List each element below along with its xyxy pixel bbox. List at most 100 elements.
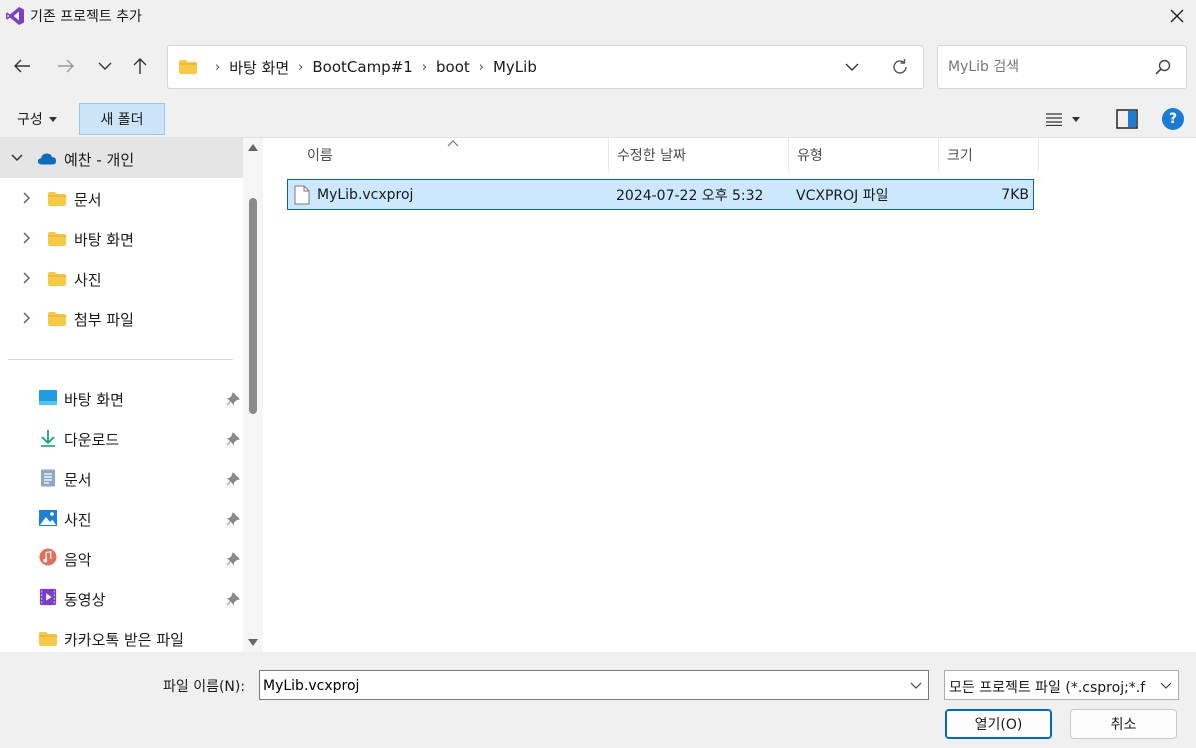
forward-button[interactable] (54, 54, 78, 78)
column-header-modified[interactable]: 수정한 날짜 (609, 138, 789, 172)
view-options-button[interactable] (1046, 107, 1094, 131)
pin-icon[interactable] (226, 392, 240, 406)
filetype-value: 모든 프로젝트 파일 (*.csproj;*.f (949, 680, 1146, 696)
sidebar-divider (8, 359, 233, 360)
address-bar[interactable]: › 바탕 화면 › BootCamp#1 › boot › MyLib (167, 45, 924, 89)
dialog-footer: 파일 이름(N): 모든 프로젝트 파일 (*.csproj;*.f 열기(O)… (0, 652, 1196, 748)
back-button[interactable] (10, 54, 34, 78)
quick-access-videos[interactable]: 동영상 (0, 578, 243, 618)
search-input[interactable] (948, 57, 1148, 77)
breadcrumb-item[interactable]: BootCamp#1 (312, 58, 412, 76)
pin-icon[interactable] (226, 552, 240, 566)
up-button[interactable] (128, 54, 152, 78)
chevron-down-icon[interactable] (908, 677, 924, 693)
filename-label: 파일 이름(N): (163, 679, 246, 695)
window-title: 기존 프로젝트 추가 (30, 9, 142, 25)
command-bar: 구성 새 폴더 ? (0, 100, 1196, 138)
filename-combobox[interactable] (259, 670, 929, 700)
file-row[interactable]: MyLib.vcxproj 2024-07-22 오후 5:32 VCXPROJ… (287, 179, 1034, 210)
pin-icon[interactable] (226, 512, 240, 526)
refresh-icon (893, 59, 907, 74)
chevron-down-icon (845, 63, 859, 71)
quick-access-music[interactable]: 음악 (0, 538, 243, 578)
column-header-size[interactable]: 크기 (939, 138, 1039, 172)
chevron-right-icon: › (478, 59, 484, 75)
music-icon (39, 548, 57, 566)
sidebar-item-label: 바탕 화면 (74, 231, 134, 249)
navigation-pane: 예찬 - 개인 문서 바탕 화면 사진 첨부 파일 바탕 화면 다운로드 문서 … (0, 138, 263, 652)
scrollbar-thumb[interactable] (249, 198, 257, 414)
file-icon (294, 185, 310, 205)
address-history-dropdown[interactable] (841, 56, 863, 78)
chevron-right-icon[interactable] (20, 271, 34, 285)
chevron-down-icon[interactable] (10, 151, 24, 165)
address-row: › 바탕 화면 › BootCamp#1 › boot › MyLib (0, 32, 1196, 100)
quick-access-downloads[interactable]: 다운로드 (0, 418, 243, 458)
arrow-left-icon (14, 59, 30, 73)
filename-input[interactable] (263, 676, 893, 696)
cancel-button[interactable]: 취소 (1070, 709, 1177, 739)
quick-access-documents[interactable]: 문서 (0, 458, 243, 498)
desktop-icon (39, 390, 57, 405)
column-header-label: 수정한 날짜 (617, 148, 686, 164)
caret-down-icon (48, 116, 57, 122)
sidebar-item-label: 문서 (64, 471, 92, 489)
file-list: 이름 수정한 날짜 유형 크기 MyLib.vcxproj 2024-07-22… (263, 138, 1196, 652)
column-header-label: 크기 (947, 148, 973, 164)
search-box[interactable] (937, 45, 1187, 89)
new-folder-button[interactable]: 새 폴더 (79, 103, 165, 135)
pin-icon[interactable] (226, 432, 240, 446)
pin-icon[interactable] (226, 592, 240, 606)
download-icon (41, 430, 55, 447)
file-size: 7KB (1001, 186, 1029, 203)
chevron-right-icon[interactable] (20, 231, 34, 245)
sidebar-item-label: 문서 (74, 191, 102, 209)
pin-icon[interactable] (226, 472, 240, 486)
close-button[interactable] (1164, 3, 1190, 29)
breadcrumb: › 바탕 화면 › BootCamp#1 › boot › MyLib (178, 46, 537, 88)
organize-label: 구성 (17, 112, 43, 128)
arrow-up-icon (133, 58, 147, 74)
sidebar-item-label: 다운로드 (64, 431, 120, 449)
breadcrumb-item[interactable]: MyLib (493, 58, 537, 76)
scroll-up-icon[interactable] (248, 144, 258, 151)
filetype-select[interactable]: 모든 프로젝트 파일 (*.csproj;*.f (944, 670, 1179, 700)
help-button[interactable]: ? (1162, 108, 1184, 130)
caret-down-icon (1072, 116, 1080, 122)
breadcrumb-item[interactable]: 바탕 화면 (229, 57, 289, 78)
breadcrumb-item[interactable]: boot (436, 58, 470, 76)
pictures-icon (39, 510, 57, 526)
column-header-name[interactable]: 이름 (299, 138, 609, 172)
quick-access-kakaotalk-folder[interactable]: 카카오톡 받은 파일 (0, 618, 243, 652)
quick-access-pictures[interactable]: 사진 (0, 498, 243, 538)
column-header-type[interactable]: 유형 (789, 138, 939, 172)
chevron-down-icon (1158, 677, 1174, 693)
chevron-right-icon[interactable] (20, 311, 34, 325)
folder-icon (48, 192, 66, 206)
sidebar-item-label: 첨부 파일 (74, 311, 134, 329)
organize-menu-button[interactable]: 구성 (8, 104, 66, 134)
sidebar-item-label: 사진 (74, 271, 102, 289)
sidebar-item-pictures-folder[interactable]: 사진 (0, 258, 243, 298)
column-header-label: 이름 (307, 148, 333, 164)
folder-icon (39, 632, 57, 646)
sidebar-scrollbar[interactable] (243, 138, 263, 652)
recent-locations-button[interactable] (93, 54, 117, 78)
preview-pane-icon[interactable] (1116, 109, 1138, 129)
chevron-right-icon: › (298, 59, 304, 75)
title-bar: 기존 프로젝트 추가 (0, 0, 1196, 32)
quick-access-desktop[interactable]: 바탕 화면 (0, 378, 243, 418)
sidebar-item-onedrive[interactable]: 예찬 - 개인 (0, 138, 243, 178)
open-button[interactable]: 열기(O) (945, 709, 1052, 739)
scroll-down-icon[interactable] (248, 639, 258, 646)
sidebar-item-attachments-folder[interactable]: 첨부 파일 (0, 298, 243, 338)
sidebar-item-desktop-folder[interactable]: 바탕 화면 (0, 218, 243, 258)
sidebar-item-documents[interactable]: 문서 (0, 178, 243, 218)
chevron-right-icon[interactable] (20, 191, 34, 205)
file-name: MyLib.vcxproj (317, 186, 414, 203)
sidebar-item-label: 동영상 (64, 591, 106, 609)
close-icon (1170, 9, 1184, 23)
refresh-button[interactable] (889, 56, 911, 78)
sidebar-item-label: 바탕 화면 (64, 391, 124, 409)
folder-icon (48, 272, 66, 286)
